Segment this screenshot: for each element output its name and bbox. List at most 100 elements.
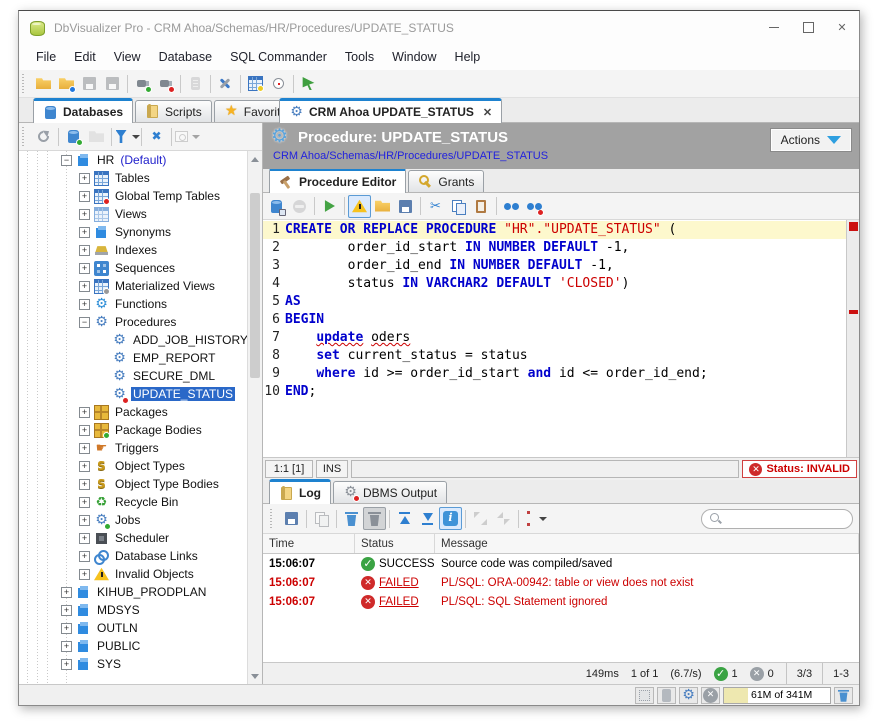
find-button[interactable] (500, 195, 523, 218)
actions-button[interactable]: Actions (771, 129, 851, 151)
collapse-all-button[interactable] (145, 125, 168, 148)
tree-item-mdsys[interactable]: +MDSYS (19, 601, 262, 619)
tree-item-package-bodies[interactable]: +Package Bodies (19, 421, 262, 439)
expander-plus-icon[interactable]: + (79, 281, 90, 292)
copy-log-button[interactable] (310, 507, 333, 530)
expander-plus-icon[interactable]: + (79, 425, 90, 436)
expand-all-button[interactable] (469, 507, 492, 530)
menu-view[interactable]: View (105, 46, 150, 68)
expander-plus-icon[interactable]: + (79, 227, 90, 238)
expander-plus-icon[interactable]: + (79, 209, 90, 220)
close-tab-icon[interactable]: ✕ (483, 106, 492, 119)
scroll-to-top-button[interactable] (393, 507, 416, 530)
log-search-box[interactable] (701, 509, 853, 529)
show-info-button[interactable] (439, 507, 462, 530)
open-file-button[interactable] (32, 72, 55, 95)
create-connection-button[interactable] (62, 125, 85, 148)
expander-plus-icon[interactable]: + (79, 569, 90, 580)
database-server-button[interactable] (184, 72, 207, 95)
close-tasks-button[interactable] (701, 687, 720, 704)
expander-minus-icon[interactable]: − (61, 155, 72, 166)
error-line-marker-icon[interactable] (849, 310, 858, 314)
background-tasks-button[interactable] (679, 687, 698, 704)
menu-tools[interactable]: Tools (336, 46, 383, 68)
disconnect-button[interactable] (154, 72, 177, 95)
clear-log-button[interactable] (340, 507, 363, 530)
menu-file[interactable]: File (27, 46, 65, 68)
breadcrumb[interactable]: CRM Ahoa/Schemas/HR/Procedures/UPDATE_ST… (271, 150, 851, 162)
code-line-9[interactable]: 9 where id >= order_id_start and id <= o… (263, 365, 846, 383)
expander-plus-icon[interactable]: + (79, 407, 90, 418)
tree-item-outln[interactable]: +OUTLN (19, 619, 262, 637)
search-input[interactable] (726, 513, 846, 525)
code-line-7[interactable]: 7 update oders (263, 329, 846, 347)
copy-button[interactable] (447, 195, 470, 218)
code-line-6[interactable]: 6BEGIN (263, 311, 846, 329)
tree-item-kihub-prodplan[interactable]: +KIHUB_PRODPLAN (19, 583, 262, 601)
tree-item-packages[interactable]: +Packages (19, 403, 262, 421)
tree-item-recycle-bin[interactable]: +Recycle Bin (19, 493, 262, 511)
tree-item-views[interactable]: +Views (19, 205, 262, 223)
collapse-rows-button[interactable] (492, 507, 515, 530)
save-procedure-button[interactable] (265, 195, 288, 218)
row-spacing-button[interactable] (522, 507, 545, 530)
new-sql-commander-button[interactable] (297, 72, 320, 95)
garbage-collect-button[interactable] (834, 687, 853, 704)
table-data-button[interactable] (244, 72, 267, 95)
tab-scripts[interactable]: Scripts (135, 100, 212, 122)
code-line-5[interactable]: 5AS (263, 293, 846, 311)
code-area[interactable]: 1CREATE OR REPLACE PROCEDURE "HR"."UPDAT… (263, 220, 846, 457)
tab-dbms-output[interactable]: DBMS Output (333, 481, 447, 503)
filter-button[interactable] (115, 125, 138, 148)
code-line-1[interactable]: 1CREATE OR REPLACE PROCEDURE "HR"."UPDAT… (263, 221, 846, 239)
expander-plus-icon[interactable]: + (79, 245, 90, 256)
tree-item-hr[interactable]: −HR (Default) (19, 151, 262, 169)
menu-help[interactable]: Help (446, 46, 490, 68)
scroll-to-bottom-button[interactable] (416, 507, 439, 530)
code-line-2[interactable]: 2 order_id_start IN NUMBER DEFAULT -1, (263, 239, 846, 257)
stop-button[interactable] (288, 195, 311, 218)
expander-plus-icon[interactable]: + (79, 173, 90, 184)
expander-plus-icon[interactable]: + (79, 515, 90, 526)
object-view-button[interactable] (175, 125, 198, 148)
tree-item-public[interactable]: +PUBLIC (19, 637, 262, 655)
tree-item-jobs[interactable]: +Jobs (19, 511, 262, 529)
insert-mode[interactable]: INS (316, 460, 348, 478)
expander-plus-icon[interactable]: + (61, 641, 72, 652)
tab-grants[interactable]: Grants (408, 170, 484, 192)
tools-button[interactable] (214, 72, 237, 95)
auto-clear-button[interactable] (363, 507, 386, 530)
expander-plus-icon[interactable]: + (79, 479, 90, 490)
scrollbar-thumb[interactable] (250, 193, 260, 378)
menu-edit[interactable]: Edit (65, 46, 105, 68)
load-from-file-button[interactable] (371, 195, 394, 218)
tree-item-scheduler[interactable]: +Scheduler (19, 529, 262, 547)
tab-document[interactable]: CRM Ahoa UPDATE_STATUS ✕ (279, 98, 502, 123)
connections-button[interactable] (657, 687, 676, 704)
tree-item-emp-report[interactable]: EMP_REPORT (19, 349, 262, 367)
error-marker-icon[interactable] (849, 222, 858, 231)
expander-plus-icon[interactable]: + (79, 443, 90, 454)
tree-item-triggers[interactable]: +Triggers (19, 439, 262, 457)
expander-plus-icon[interactable]: + (79, 263, 90, 274)
connect-button[interactable] (131, 72, 154, 95)
column-time[interactable]: Time (263, 534, 355, 553)
tree-scrollbar[interactable] (247, 151, 262, 684)
maximize-button[interactable] (791, 11, 825, 44)
sql-editor[interactable]: 1CREATE OR REPLACE PROCEDURE "HR"."UPDAT… (263, 220, 859, 458)
tab-log[interactable]: Log (269, 479, 331, 504)
memory-indicator[interactable]: 61M of 341M (723, 687, 831, 704)
save-as-button[interactable] (101, 72, 124, 95)
tree-item-tables[interactable]: +Tables (19, 169, 262, 187)
expander-plus-icon[interactable]: + (79, 551, 90, 562)
tree-item-synonyms[interactable]: +Synonyms (19, 223, 262, 241)
tree-item-object-type-bodies[interactable]: +Object Type Bodies (19, 475, 262, 493)
scheduler-button[interactable] (267, 72, 290, 95)
tree-item-sys[interactable]: +SYS (19, 655, 262, 673)
menu-window[interactable]: Window (383, 46, 445, 68)
paste-button[interactable] (470, 195, 493, 218)
expander-plus-icon[interactable]: + (61, 587, 72, 598)
tree-item-add-job-history[interactable]: ADD_JOB_HISTORY (19, 331, 262, 349)
tree-toolbar-grip[interactable] (22, 127, 29, 147)
tree-item-global-temp-tables[interactable]: +Global Temp Tables (19, 187, 262, 205)
